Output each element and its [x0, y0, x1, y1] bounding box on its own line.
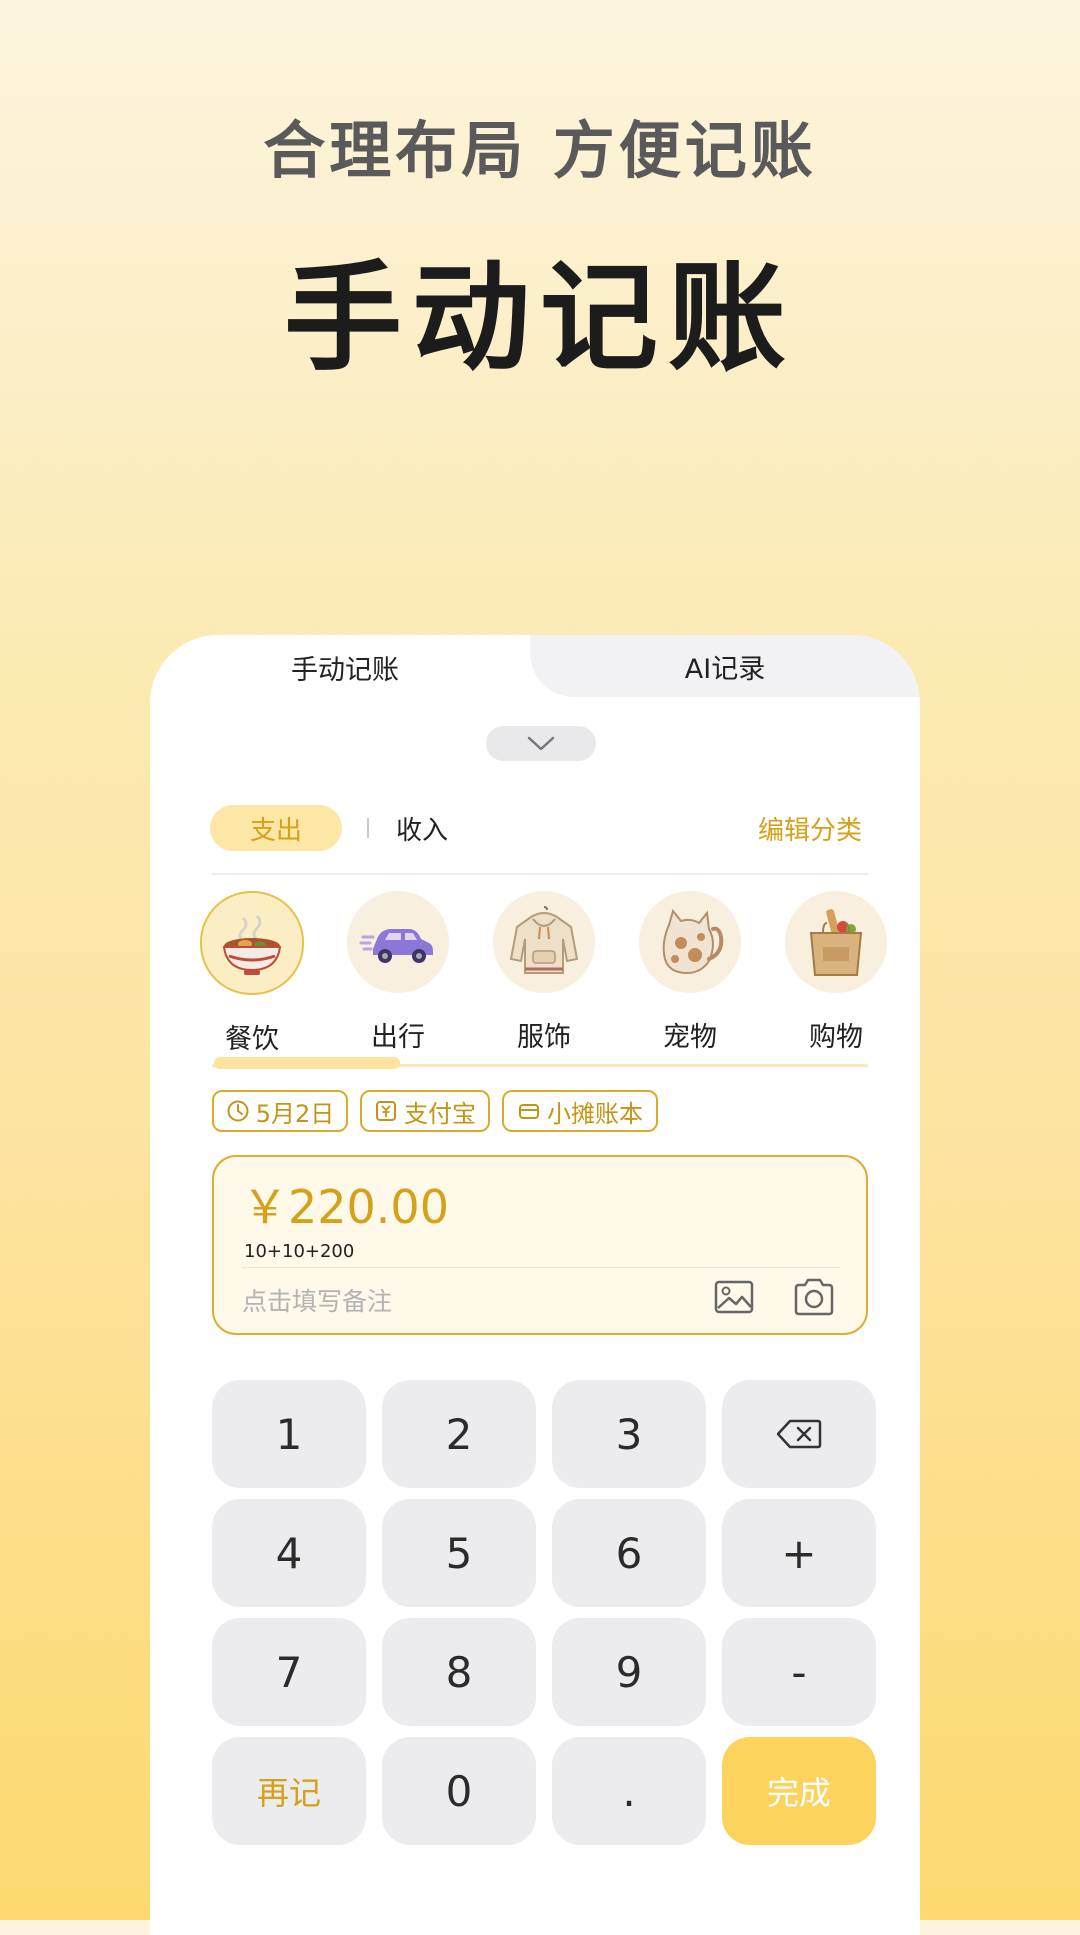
key-4[interactable]: 4	[212, 1499, 366, 1607]
record-again-button[interactable]: 再记	[212, 1737, 366, 1845]
category-label: 餐饮	[225, 1024, 279, 1055]
category-pets[interactable]: 宠物	[638, 891, 742, 1054]
collapse-handle[interactable]	[486, 726, 596, 761]
hero-title: 手动记账	[283, 249, 796, 387]
bowl-icon	[222, 914, 282, 975]
edit-category-link[interactable]: 编辑分类	[758, 810, 862, 847]
decimal-key[interactable]: .	[552, 1737, 706, 1845]
category-label: 服饰	[517, 1022, 571, 1053]
car-icon	[359, 929, 433, 963]
app-panel: AI记录 手动记账 支出 收入 编辑分类 餐饮 出行 服饰 宠物 购物 5月2日…	[150, 635, 920, 1935]
key-2[interactable]: 2	[382, 1380, 536, 1488]
key-7[interactable]: 7	[212, 1618, 366, 1726]
camera-icon[interactable]	[792, 1278, 836, 1316]
payment-method-chip[interactable]: 支付宝	[360, 1090, 490, 1132]
key-6[interactable]: 6	[552, 1499, 706, 1607]
clock-icon	[227, 1100, 249, 1122]
category-shopping[interactable]: 购物	[784, 891, 888, 1054]
divider	[212, 873, 868, 875]
key-1[interactable]: 1	[212, 1380, 366, 1488]
category-label: 出行	[371, 1022, 425, 1053]
payment-label: 支付宝	[404, 1099, 476, 1128]
backspace-icon	[776, 1419, 822, 1449]
date-label: 5月2日	[255, 1099, 335, 1128]
category-travel[interactable]: 出行	[346, 891, 450, 1054]
wallet-icon	[519, 1104, 539, 1119]
amount-entry-box[interactable]: ￥220.00 10+10+200 点击填写备注	[212, 1155, 868, 1335]
expense-toggle[interactable]: 支出	[210, 805, 342, 851]
date-chip[interactable]: 5月2日	[212, 1090, 348, 1132]
divider	[242, 1267, 840, 1268]
shopping-bag-icon	[809, 909, 863, 976]
key-5[interactable]: 5	[382, 1499, 536, 1607]
key-8[interactable]: 8	[382, 1618, 536, 1726]
backspace-key[interactable]	[722, 1380, 876, 1488]
account-book-label: 小摊账本	[547, 1099, 643, 1128]
category-dining[interactable]: 餐饮	[200, 891, 304, 1056]
remark-input[interactable]: 点击填写备注	[242, 1282, 392, 1318]
cat-icon	[662, 908, 724, 975]
account-book-chip[interactable]: 小摊账本	[502, 1090, 658, 1132]
hoodie-icon	[509, 906, 579, 974]
payment-account-icon	[376, 1101, 396, 1121]
income-toggle[interactable]: 收入	[396, 810, 448, 847]
amount-display: ￥220.00	[242, 1180, 449, 1234]
tab-manual-label: 手动记账	[291, 655, 399, 686]
category-clothing[interactable]: 服饰	[492, 891, 596, 1054]
image-icon[interactable]	[714, 1280, 754, 1314]
segment-divider	[367, 818, 369, 838]
tab-ai-label: AI记录	[684, 653, 766, 685]
plus-key[interactable]: +	[722, 1499, 876, 1607]
category-label: 购物	[809, 1022, 863, 1053]
done-button[interactable]: 完成	[722, 1737, 876, 1845]
expression-display: 10+10+200	[244, 1241, 355, 1262]
tab-ai-record[interactable]: AI记录	[530, 635, 920, 697]
minus-key[interactable]: -	[722, 1618, 876, 1726]
key-3[interactable]: 3	[552, 1380, 706, 1488]
key-9[interactable]: 9	[552, 1618, 706, 1726]
category-label: 宠物	[663, 1022, 717, 1053]
chevron-down-icon	[527, 736, 555, 750]
tab-manual[interactable]: 手动记账	[150, 635, 540, 700]
category-scroll-indicator[interactable]	[214, 1057, 400, 1069]
expense-label: 支出	[249, 815, 302, 846]
key-0[interactable]: 0	[382, 1737, 536, 1845]
hero-subtitle: 合理布局 方便记账	[263, 114, 817, 187]
